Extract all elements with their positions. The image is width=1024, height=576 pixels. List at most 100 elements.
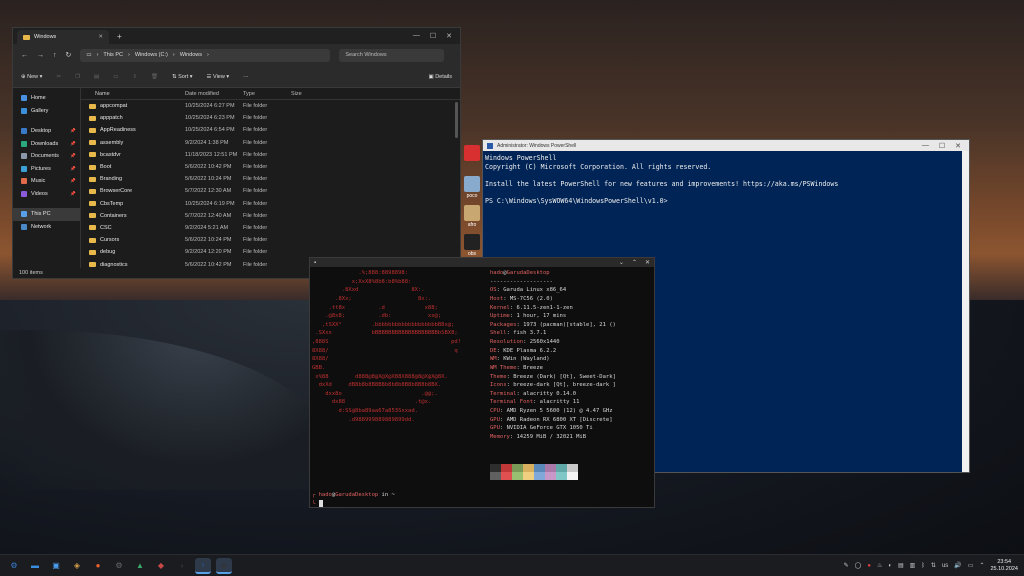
- shell-prompt: ┌ hado@GarudaDesktop in ~ └: [312, 492, 395, 507]
- desktop-icon[interactable]: poco: [461, 176, 483, 199]
- refresh-icon[interactable]: ↻: [66, 51, 72, 59]
- new-button[interactable]: ⊕ New ▾: [21, 74, 42, 80]
- sidebar-item-network[interactable]: Network: [13, 221, 80, 234]
- powershell-titlebar: Administrator: Windows PowerShell — ☐ ✕: [483, 140, 969, 151]
- table-row[interactable]: AppReadiness 10/25/2024 6:54 PM File folde…: [81, 124, 460, 136]
- steam-icon[interactable]: ♨: [877, 562, 882, 569]
- bluetooth-icon[interactable]: ᛒ: [921, 563, 925, 569]
- search-input[interactable]: Search Windows: [339, 48, 445, 62]
- window-menu-icon[interactable]: ▪: [314, 260, 316, 266]
- clipboard-icon[interactable]: ▤: [898, 562, 904, 569]
- minimize-icon[interactable]: —: [413, 32, 420, 40]
- taskbar-monitor-icon[interactable]: ▲: [132, 558, 148, 574]
- notes-icon[interactable]: ▥: [910, 562, 916, 569]
- sidebar-item-pictures[interactable]: Pictures 📌: [13, 163, 80, 176]
- forward-icon[interactable]: →: [37, 52, 44, 59]
- close-icon[interactable]: ✕: [645, 259, 650, 266]
- add-tab-icon[interactable]: +: [117, 32, 122, 41]
- sidebar-item-documents[interactable]: Documents 📌: [13, 150, 80, 163]
- scrollbar[interactable]: [962, 151, 969, 472]
- paste-icon[interactable]: ▤: [94, 74, 99, 80]
- breadcrumb-this-pc[interactable]: This PC: [103, 52, 123, 58]
- table-row[interactable]: BrowserCore 5/7/2022 12:30 AM File folder: [81, 185, 460, 197]
- sidebar-item-gallery[interactable]: Gallery: [13, 105, 80, 118]
- table-row[interactable]: assembly 9/2/2024 1:38 PM File folder: [81, 137, 460, 149]
- minimize-icon[interactable]: ⌄: [619, 259, 624, 266]
- console-line: Copyright (C) Microsoft Corporation. All…: [485, 162, 712, 171]
- taskbar-launcher-icon[interactable]: ⚙: [6, 558, 22, 574]
- powershell-console[interactable]: Windows PowerShell Copyright (C) Microsof…: [483, 151, 969, 209]
- network-icon[interactable]: ⇅: [931, 562, 936, 569]
- table-row[interactable]: CbsTemp 10/25/2024 6:19 PM File folder: [81, 198, 460, 210]
- file-name-cell: AppReadiness: [81, 127, 185, 133]
- taskbar-alacritty-icon[interactable]: ▲: [216, 557, 232, 574]
- taskbar-store-icon[interactable]: ◈: [69, 558, 85, 574]
- sort-button[interactable]: ⇅ Sort ▾: [172, 74, 193, 80]
- language-indicator[interactable]: us: [942, 563, 948, 569]
- copy-icon[interactable]: ❐: [75, 74, 80, 80]
- minimize-icon[interactable]: —: [922, 142, 929, 150]
- close-tab-icon[interactable]: ✕: [98, 34, 103, 40]
- taskbar-settings-icon[interactable]: ⚙: [111, 558, 127, 574]
- table-row[interactable]: bcastdvr 11/18/2023 12:51 PM File folder: [81, 149, 460, 161]
- delete-icon[interactable]: 🗑: [151, 74, 158, 80]
- maximize-icon[interactable]: ⌃: [632, 259, 637, 266]
- details-button[interactable]: ▣ Details: [428, 74, 460, 80]
- back-icon[interactable]: ←: [21, 52, 28, 59]
- maximize-icon[interactable]: ☐: [430, 32, 436, 40]
- breadcrumb-drive[interactable]: Windows (C:): [135, 52, 168, 58]
- more-button[interactable]: ···: [243, 74, 249, 80]
- explorer-tab[interactable]: Windows ✕: [17, 30, 109, 44]
- info-key: Terminal Font: [490, 399, 534, 406]
- file-type: File folder: [243, 127, 268, 134]
- taskbar-files-icon[interactable]: ▬: [27, 558, 43, 574]
- rename-icon[interactable]: ▭: [113, 74, 118, 80]
- terminal-console[interactable]: .%;888:8898898: x;XxX8%8b8:b8%b88: .8Xxd…: [310, 267, 654, 507]
- sidebar-item-downloads[interactable]: Downloads 📌: [13, 138, 80, 151]
- cut-icon[interactable]: ✂: [56, 74, 61, 80]
- desktop-icon[interactable]: [461, 145, 483, 162]
- taskbar-dragon-icon[interactable]: ◆: [153, 558, 169, 574]
- sidebar-item-music[interactable]: Music 📌: [13, 175, 80, 188]
- table-row[interactable]: Containers 5/7/2022 12:40 AM File folder: [81, 210, 460, 222]
- close-icon[interactable]: ✕: [446, 32, 452, 40]
- address-bar[interactable]: ▭ › This PC › Windows (C:) › Windows ›: [80, 48, 331, 62]
- expand-tray-icon[interactable]: ⌃: [979, 562, 984, 569]
- display-icon[interactable]: ▭: [968, 562, 974, 569]
- sidebar-item-desktop[interactable]: Desktop 📌: [13, 125, 80, 138]
- column-name[interactable]: Name: [81, 91, 185, 97]
- column-type[interactable]: Type: [243, 91, 291, 97]
- table-row[interactable]: Branding 5/6/2022 10:24 PM File folder: [81, 173, 460, 185]
- sidebar-item-home[interactable]: Home: [13, 92, 80, 105]
- desktop-icon[interactable]: afro: [461, 205, 483, 228]
- column-date[interactable]: Date modified: [185, 91, 243, 97]
- table-row[interactable]: Boot 5/6/2022 10:42 PM File folder: [81, 161, 460, 173]
- color-picker-icon[interactable]: ●: [867, 563, 871, 569]
- table-row[interactable]: appcompat 10/25/2024 6:27 PM File folder: [81, 100, 460, 112]
- pen-icon[interactable]: ✎: [844, 562, 849, 569]
- sidebar-item-videos[interactable]: Videos 📌: [13, 188, 80, 201]
- table-row[interactable]: apppatch 10/25/2024 6:23 PM File folder: [81, 112, 460, 124]
- breadcrumb-windows[interactable]: Windows: [180, 52, 202, 58]
- scrollbar[interactable]: [455, 102, 458, 138]
- taskbar-dolphin-icon[interactable]: ▣: [48, 558, 64, 574]
- table-row[interactable]: CSC 9/2/2024 5:21 AM File folder: [81, 222, 460, 234]
- volume-icon[interactable]: 🔊: [954, 562, 961, 569]
- desktop-icon[interactable]: obs: [461, 234, 483, 257]
- discord-icon[interactable]: ◐: [888, 563, 892, 569]
- view-button[interactable]: ☰ View ▾: [207, 74, 230, 80]
- up-icon[interactable]: ↑: [53, 52, 57, 59]
- taskbar-firefox-icon[interactable]: ●: [90, 558, 106, 574]
- table-row[interactable]: Cursors 5/6/2022 10:24 PM File folder: [81, 234, 460, 246]
- taskbar-terminal-icon[interactable]: ›: [174, 558, 190, 574]
- share-icon[interactable]: ⇪: [132, 74, 137, 80]
- circle-icon[interactable]: ◯: [855, 562, 862, 569]
- clock[interactable]: 23:54 25.10.2024: [990, 559, 1018, 573]
- ascii-line: d:SS@8ba89aa67a853Sxxad.: [312, 408, 418, 414]
- close-icon[interactable]: ✕: [955, 142, 961, 150]
- pin-icon: 📌: [70, 140, 76, 146]
- maximize-icon[interactable]: ☐: [939, 142, 945, 150]
- column-size[interactable]: Size: [291, 91, 331, 97]
- taskbar-powershell-icon[interactable]: ›: [195, 557, 211, 574]
- sidebar-item-this-pc[interactable]: This PC: [13, 208, 80, 221]
